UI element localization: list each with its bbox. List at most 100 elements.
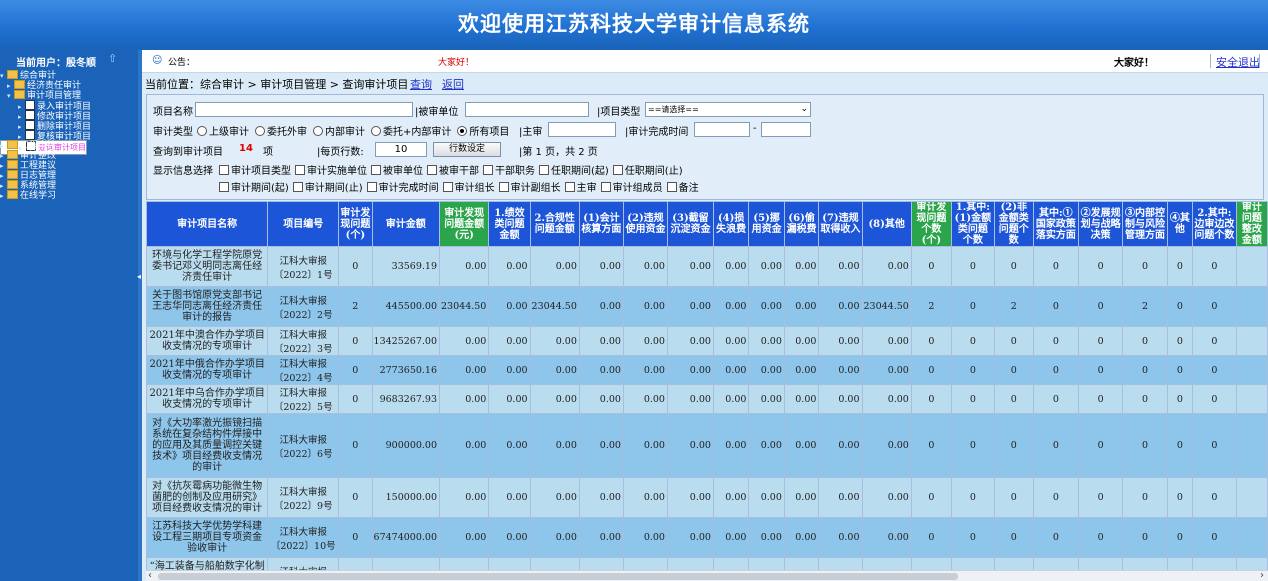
table-row[interactable]: 2021年中澳合作办学项目收支情况的专项审计 江科大审报〔2022〕3号 0 1342… (146, 326, 1268, 356)
project-name-cell[interactable]: “海工装备与船舶数字化制造技术”国家地方联合工程实验室建设专项审计 (146, 557, 269, 570)
display-option[interactable]: 审计期间(起) (219, 182, 289, 194)
display-option[interactable]: 任职期间(止) (612, 165, 683, 177)
nav-item[interactable]: ▸ 审计整改 (0, 150, 138, 161)
column-header[interactable]: (2)非金额类问题个数 (993, 201, 1034, 247)
column-header[interactable]: (8)其他 (861, 201, 912, 247)
checkbox[interactable] (483, 165, 493, 175)
radio-button[interactable] (371, 126, 381, 136)
per-page-input[interactable]: 10 (375, 142, 427, 157)
table-row[interactable]: 关于图书馆原党支部书记王志华同志离任经济责任审计的报告 江科大审报〔2022〕2号… (146, 286, 1268, 327)
column-header[interactable]: 审计发现问题(个) (338, 201, 373, 247)
nav-item[interactable]: ▸ 工程审计 (0, 140, 138, 151)
table-row[interactable]: “海工装备与船舶数字化制造技术”国家地方联合工程实验室建设专项审计江科大审报〔2… (146, 557, 1268, 570)
table-row[interactable]: 2021年中俄合作办学项目收支情况的专项审计 江科大审报〔2022〕4号 0 2773… (146, 355, 1268, 385)
project-name-cell[interactable]: 关于图书馆原党支部书记王志华同志离任经济责任审计的报告 (146, 286, 269, 327)
logout-link[interactable]: 安全退出 (1216, 54, 1260, 70)
scroll-right-icon[interactable]: › (1260, 570, 1264, 581)
audit-type-option[interactable]: 上级审计 (197, 126, 249, 138)
checkbox[interactable] (292, 182, 303, 192)
radio-button[interactable] (313, 126, 323, 136)
display-option[interactable]: 审计组成员 (600, 182, 663, 194)
complete-time-start-input[interactable] (694, 122, 750, 137)
checkbox[interactable] (612, 165, 623, 175)
table-row[interactable]: 2021年中乌合作办学项目收支情况的专项审计 江科大审报〔2022〕5号 0 9683… (146, 384, 1268, 414)
display-option[interactable]: 审计期间(止) (292, 182, 363, 194)
audit-type-option[interactable]: 所有项目 (457, 126, 509, 138)
project-name-cell[interactable]: 对《抗灰霉病功能微生物菌肥的创制及应用研究》项目经费收支情况的审计 (146, 477, 269, 518)
column-header[interactable]: 其中:①国家政策落实方面 (1032, 201, 1079, 247)
column-header[interactable]: 1.其中:(1)金额类问题个数 (950, 201, 995, 247)
display-option[interactable]: 审计项目类型 (219, 165, 291, 177)
results-table-container[interactable]: 审计项目名称 项目编号 审计发现问题(个) 审计金额 审计发现问题金额(元) 1.绩效类问… (146, 201, 1268, 570)
checkbox[interactable] (442, 182, 453, 192)
checkbox[interactable] (366, 182, 377, 192)
project-type-select[interactable]: ==请选择== ⌄ (645, 102, 811, 117)
radio-button[interactable] (457, 126, 468, 136)
nav-item[interactable]: ▸ 工程建议 (0, 160, 138, 171)
audit-type-option[interactable]: 委托外审 (255, 126, 307, 138)
checkbox[interactable] (564, 182, 575, 192)
column-header[interactable]: ③内部控制与风险管理方面 (1122, 201, 1168, 247)
scrollbar-thumb[interactable] (158, 573, 958, 580)
display-option[interactable]: 审计组长 (442, 182, 495, 194)
table-row[interactable]: 对《抗灰霉病功能微生物菌肥的创制及应用研究》项目经费收支情况的审计 江科大审报〔2… (146, 477, 1268, 518)
column-header[interactable]: 项目编号 (267, 201, 340, 247)
column-header[interactable]: (6)偷漏税费 (783, 201, 820, 247)
nav-item[interactable]: ▾ 审计项目管理 (0, 90, 138, 101)
column-header[interactable]: 审计问题整改金额 (1235, 201, 1268, 247)
table-row[interactable]: 对《大功率激光振镜扫描系统在复杂结构件焊接中的应用及其质量调控关键技术》项目经费… (146, 413, 1268, 478)
nav-item[interactable]: ▸ 经济责任审计 (0, 80, 138, 91)
audit-type-option[interactable]: 委托+内部审计 (371, 126, 451, 138)
display-option[interactable]: 备注 (666, 182, 699, 194)
column-header[interactable]: 审计发现问题金额(元) (439, 201, 490, 247)
complete-time-end-input[interactable] (761, 122, 811, 137)
nav-item[interactable]: ▸ 复核审计项目 (0, 130, 138, 142)
display-option[interactable]: 被审单位 (371, 165, 423, 177)
scroll-left-icon[interactable]: ‹ (148, 570, 152, 581)
lead-auditor-input[interactable] (548, 122, 616, 137)
display-option[interactable]: 被审干部 (427, 165, 479, 177)
checkbox[interactable] (219, 182, 229, 192)
checkbox[interactable] (600, 182, 611, 192)
nav-item[interactable]: ▸ 在线学习 (0, 190, 138, 201)
column-header[interactable]: (2)违规使用资金 (622, 201, 668, 247)
collapse-up-icon[interactable]: ⇧ (108, 52, 117, 65)
audit-type-option[interactable]: 内部审计 (313, 126, 365, 138)
column-header[interactable]: ④其他 (1166, 201, 1194, 247)
nav-item[interactable]: ▸ 日志管理 (0, 170, 138, 181)
checkbox[interactable] (427, 165, 437, 175)
query-link[interactable]: 查询 (410, 76, 432, 92)
table-row[interactable]: 环境与化学工程学院原党委书记邓义明同志离任经济责任审计 江科大审报〔2022〕1号… (146, 246, 1268, 287)
project-name-cell[interactable]: 对《大功率激光振镜扫描系统在复杂结构件焊接中的应用及其质量调控关键技术》项目经费… (146, 413, 269, 478)
checkbox[interactable] (219, 165, 229, 175)
tree-collapsed-icon[interactable]: ▸ (0, 191, 6, 201)
back-link[interactable]: 返回 (442, 76, 464, 92)
column-header[interactable]: ②发展规划与战略决策 (1077, 201, 1124, 247)
radio-button[interactable] (197, 126, 207, 136)
nav-item[interactable]: ▾ 综合审计 (0, 70, 138, 81)
display-option[interactable]: 任职期间(起) (539, 165, 609, 177)
checkbox[interactable] (498, 182, 509, 192)
column-header[interactable]: 审计发现问题个数(个) (910, 201, 952, 247)
column-header[interactable]: 审计项目名称 (146, 201, 269, 247)
column-header[interactable]: (4)损失浪费 (712, 201, 750, 247)
checkbox[interactable] (666, 182, 677, 192)
radio-button[interactable] (255, 126, 265, 136)
column-header[interactable]: 审计金额 (371, 201, 441, 247)
nav-item[interactable]: ▸ 修改审计项目 (0, 110, 138, 122)
table-row[interactable]: 江苏科技大学优势学科建设工程三期项目专项资金验收审计 江科大审报〔2022〕10号… (146, 517, 1268, 558)
display-option[interactable]: 主审 (564, 182, 597, 194)
column-header[interactable]: (5)挪用资金 (748, 201, 785, 247)
checkbox[interactable] (295, 165, 305, 175)
checkbox[interactable] (371, 165, 381, 175)
column-header[interactable]: (3)截留沉淀资金 (666, 201, 714, 247)
audited-unit-input[interactable] (465, 102, 589, 117)
display-option[interactable]: 审计实施单位 (295, 165, 367, 177)
project-name-cell[interactable]: 环境与化学工程学院原党委书记邓义明同志离任经济责任审计 (146, 246, 269, 287)
project-name-cell[interactable]: 2021年中乌合作办学项目收支情况的专项审计 (146, 384, 269, 414)
project-name-cell[interactable]: 2021年中俄合作办学项目收支情况的专项审计 (146, 355, 269, 385)
checkbox[interactable] (539, 165, 549, 175)
nav-item[interactable]: ▸ 系统管理 (0, 180, 138, 191)
display-option[interactable]: 审计完成时间 (366, 182, 439, 194)
nav-item[interactable]: ▸ 删除审计项目 (0, 120, 138, 132)
